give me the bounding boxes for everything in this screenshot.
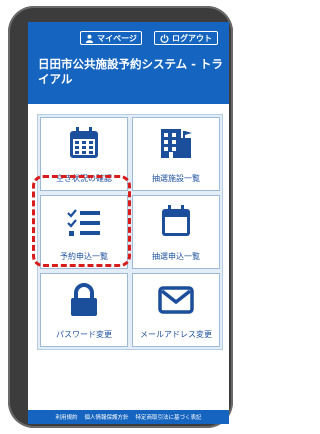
menu-tile-password-change[interactable]: パスワード変更 <box>40 273 128 347</box>
footer-link-privacy[interactable]: 個人情報保護方針 <box>84 413 128 421</box>
footer-link-commerce-act[interactable]: 特定商取引法に基づく表記 <box>136 413 202 421</box>
highlight-box <box>32 175 131 267</box>
mypage-label: マイページ <box>97 33 137 43</box>
building-icon <box>133 127 219 159</box>
power-icon <box>160 33 169 43</box>
menu-tile-email-change[interactable]: メールアドレス変更 <box>132 273 220 347</box>
menu-tile-lottery-facilities[interactable]: 抽選施設一覧 <box>132 117 220 191</box>
user-icon <box>85 34 94 43</box>
page-title: 日田市公共施設予約システム - トライアル <box>38 57 223 86</box>
app-footer: 利用規約 個人情報保護方針 特定商取引法に基づく表記 <box>28 410 229 424</box>
calendar-icon <box>41 127 127 159</box>
calendar-blank-icon <box>133 205 219 237</box>
menu-tile-label: 抽選施設一覧 <box>152 174 200 183</box>
envelope-icon <box>133 286 219 314</box>
menu-tile-label: メールアドレス変更 <box>140 330 212 339</box>
menu-tile-lottery-applications[interactable]: 抽選申込一覧 <box>132 195 220 269</box>
mypage-button[interactable]: マイページ <box>80 31 142 45</box>
app-header: マイページ ログアウト 日田市公共施設予約システム - トライアル <box>28 22 229 104</box>
menu-tile-label: 抽選申込一覧 <box>152 252 200 261</box>
footer-link-terms[interactable]: 利用規約 <box>55 413 77 421</box>
lock-icon <box>41 283 127 317</box>
logout-button[interactable]: ログアウト <box>154 31 218 45</box>
menu-tile-label: パスワード変更 <box>56 330 112 339</box>
logout-label: ログアウト <box>172 33 212 43</box>
